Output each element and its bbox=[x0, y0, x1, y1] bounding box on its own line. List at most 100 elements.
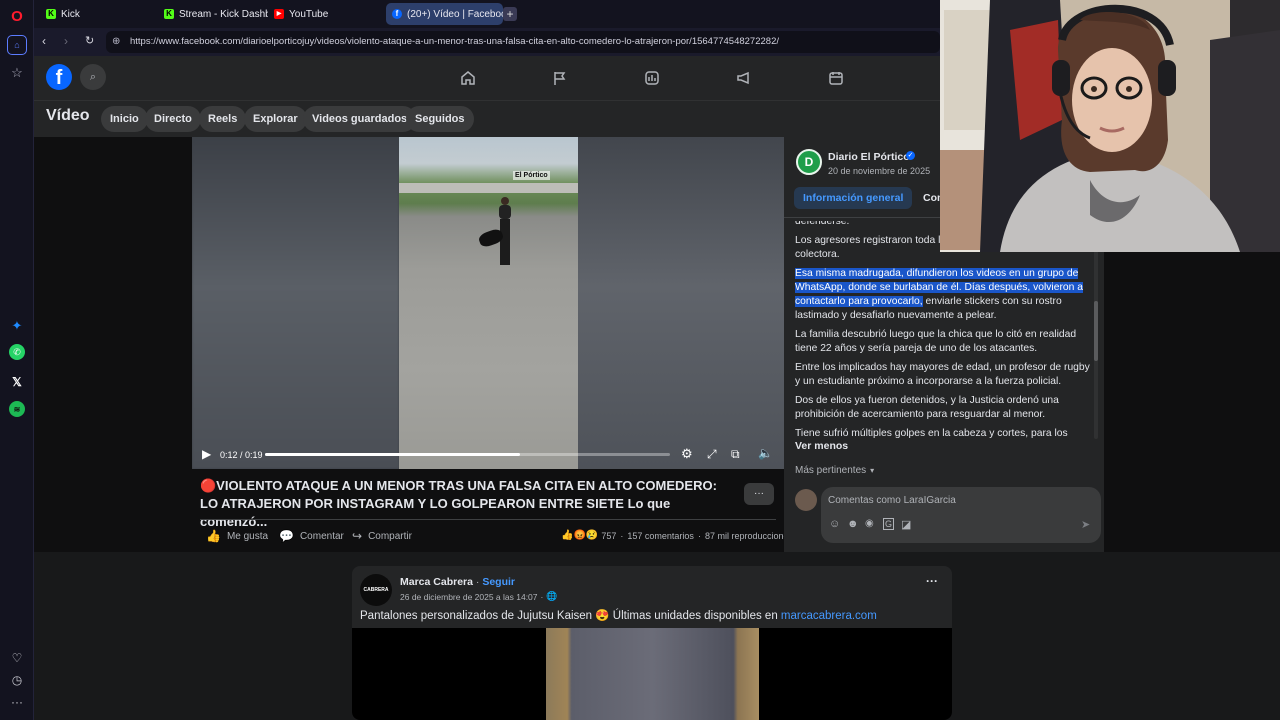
comment-icon: 💬 bbox=[279, 529, 294, 543]
tab-reels[interactable]: Reels bbox=[199, 106, 247, 132]
tab-strip: K Kick K Stream - Kick Dashboard ▶ YouTu… bbox=[34, 0, 940, 28]
share-icon: ↪ bbox=[352, 529, 363, 543]
separator-dot: · bbox=[620, 530, 624, 541]
scrollbar-thumb[interactable] bbox=[1094, 301, 1098, 361]
messenger-icon[interactable]: ✦ bbox=[7, 316, 27, 336]
chevron-down-icon: ▾ bbox=[870, 466, 875, 475]
picture-in-picture-icon[interactable]: ⧉ bbox=[731, 447, 740, 462]
reaction-count: 757 bbox=[601, 530, 617, 541]
video-frame: El Pórtico bbox=[399, 137, 578, 469]
tab-videos-guardados[interactable]: Videos guardados bbox=[303, 106, 417, 132]
description-paragraph: Entre los implicados hay mayores de edad… bbox=[795, 362, 1090, 387]
post-caption: Pantalones personalizados de Jujutsu Kai… bbox=[360, 610, 781, 622]
fullscreen-icon[interactable]: ⤢ bbox=[707, 447, 717, 462]
facebook-logo-icon[interactable]: f bbox=[46, 64, 72, 90]
spotify-icon[interactable]: ≋ bbox=[9, 401, 25, 417]
video-watermark: El Pórtico bbox=[513, 171, 550, 180]
play-icon[interactable]: ▶ bbox=[202, 447, 211, 461]
author-avatar[interactable]: CABRERA bbox=[360, 574, 392, 606]
description-scrollbar[interactable] bbox=[1094, 221, 1098, 439]
video-progress-track[interactable] bbox=[265, 453, 670, 456]
comment-button[interactable]: 💬 Comentar bbox=[279, 529, 344, 543]
video-title-text: 🔴VIOLENTO ATAQUE A UN MENOR TRAS UNA FAL… bbox=[200, 478, 717, 529]
blurred-background-left bbox=[192, 137, 399, 469]
page-avatar[interactable]: D bbox=[796, 149, 822, 175]
video-player[interactable]: El Pórtico ▶ 0:12 / 0:19 ⚙ ⤢ ⧉ 🔈 bbox=[192, 137, 784, 469]
see-less-link[interactable]: Ver menos bbox=[795, 440, 848, 452]
separator-dot: · bbox=[697, 530, 701, 541]
forward-icon[interactable]: › bbox=[64, 34, 68, 48]
post-author-line: Marca Cabrera · Seguir bbox=[400, 576, 515, 588]
post-link[interactable]: marcacabrera.com bbox=[781, 610, 877, 622]
site-info-icon[interactable]: ⊕ bbox=[112, 31, 120, 53]
globe-icon: 🌐 bbox=[546, 591, 558, 601]
search-icon[interactable]: ⌕ bbox=[80, 64, 106, 90]
home-icon[interactable]: ⌂ bbox=[7, 35, 27, 55]
gif-icon[interactable]: G bbox=[883, 518, 895, 530]
tab-inicio[interactable]: Inicio bbox=[101, 106, 148, 132]
volume-icon[interactable]: 🔈 bbox=[758, 446, 773, 460]
share-button[interactable]: ↪ Compartir bbox=[352, 529, 412, 543]
video-title: 🔴VIOLENTO ATAQUE A UN MENOR TRAS UNA FAL… bbox=[200, 477, 730, 531]
comments-count[interactable]: 157 comentarios bbox=[627, 531, 694, 541]
tab-kick-dashboard[interactable]: K Stream - Kick Dashboard bbox=[158, 3, 268, 25]
video-feed: CABRERA Marca Cabrera · Seguir 26 de dic… bbox=[34, 552, 1280, 720]
divider bbox=[200, 519, 776, 520]
tab-label: Kick bbox=[61, 8, 80, 20]
address-bar: ‹ › ↻ ⊕ https://www.facebook.com/diarioe… bbox=[34, 28, 940, 56]
tab-directo[interactable]: Directo bbox=[145, 106, 201, 132]
camera-icon[interactable]: ◉ bbox=[865, 518, 874, 529]
description-paragraph: Tiene sufrió múltiples golpes en la cabe… bbox=[795, 428, 1068, 439]
person-figure bbox=[499, 205, 511, 219]
post-timestamp: 26 de diciembre de 2025 a las 14:07 · 🌐 bbox=[400, 591, 558, 602]
send-icon[interactable]: ➤ bbox=[1081, 518, 1090, 531]
tab-kick[interactable]: K Kick bbox=[40, 3, 155, 25]
marketplace-icon[interactable] bbox=[828, 70, 844, 86]
author-name[interactable]: Marca Cabrera bbox=[400, 576, 473, 588]
person-head bbox=[501, 197, 509, 205]
home-nav-icon[interactable] bbox=[460, 70, 476, 86]
like-button[interactable]: 👍 Me gusta bbox=[206, 529, 268, 543]
history-icon[interactable]: ◷ bbox=[7, 670, 27, 690]
avatar-sticker-icon[interactable]: ☺ bbox=[829, 518, 840, 530]
comment-label: Comentar bbox=[299, 530, 344, 542]
tab-explorar[interactable]: Explorar bbox=[244, 106, 307, 132]
star-icon[interactable]: ☆ bbox=[7, 63, 27, 83]
follow-button[interactable]: Seguir bbox=[482, 576, 515, 588]
emoji-icon[interactable]: ☻ bbox=[847, 518, 859, 530]
tab-informacion-general[interactable]: Información general bbox=[794, 187, 913, 209]
page-name[interactable]: Diario El Pórtico bbox=[828, 151, 910, 163]
post-options-button[interactable]: ··· bbox=[926, 574, 938, 588]
whatsapp-icon[interactable]: ✆ bbox=[9, 344, 25, 360]
pages-flag-icon[interactable] bbox=[552, 70, 568, 86]
opera-logo-icon[interactable]: O bbox=[7, 6, 27, 26]
tab-seguidos[interactable]: Seguidos bbox=[406, 106, 474, 132]
heart-icon[interactable]: ♡ bbox=[7, 648, 27, 668]
blurred-background-right bbox=[578, 137, 784, 469]
back-icon[interactable]: ‹ bbox=[42, 34, 46, 48]
comment-input[interactable]: Comentas como LaraIGarcia ☺ ☻ ◉ G ◪ ➤ bbox=[821, 487, 1101, 543]
post-text: Pantalones personalizados de Jujutsu Kai… bbox=[360, 608, 877, 622]
new-tab-button[interactable]: + bbox=[503, 7, 517, 21]
opera-sidebar: O ⌂ ☆ ✦ ✆ 𝕏 ≋ ♡ ◷ ··· bbox=[0, 0, 34, 720]
more-icon[interactable]: ··· bbox=[7, 692, 27, 712]
settings-icon[interactable]: ⚙ bbox=[681, 446, 693, 462]
post-media[interactable] bbox=[352, 628, 952, 720]
tab-label: (20+) Vídeo | Facebook bbox=[407, 8, 503, 20]
views-count: 87 mil reproducciones bbox=[704, 530, 793, 541]
reload-icon[interactable]: ↻ bbox=[85, 34, 94, 47]
post-more-button[interactable]: ··· bbox=[744, 483, 774, 505]
watch-icon[interactable] bbox=[644, 70, 660, 86]
tab-facebook[interactable]: f (20+) Vídeo | Facebook bbox=[386, 3, 503, 25]
video-time: 0:12 / 0:19 bbox=[220, 450, 263, 460]
comment-sort-dropdown[interactable]: Más pertinentes ▾ bbox=[795, 465, 874, 476]
url-field[interactable]: ⊕ https://www.facebook.com/diarioelporti… bbox=[106, 31, 940, 53]
reaction-summary[interactable]: 👍😡😢 757 · 157 comentarios · 87 mil repro… bbox=[561, 530, 793, 541]
megaphone-icon[interactable] bbox=[736, 70, 752, 86]
sticker-icon[interactable]: ◪ bbox=[901, 518, 911, 531]
avatar[interactable] bbox=[795, 489, 817, 511]
tab-youtube[interactable]: ▶ YouTube bbox=[268, 3, 383, 25]
x-twitter-icon[interactable]: 𝕏 bbox=[7, 372, 27, 392]
kick-icon: K bbox=[164, 9, 174, 19]
post-date[interactable]: 26 de diciembre de 2025 a las 14:07 bbox=[400, 592, 538, 602]
